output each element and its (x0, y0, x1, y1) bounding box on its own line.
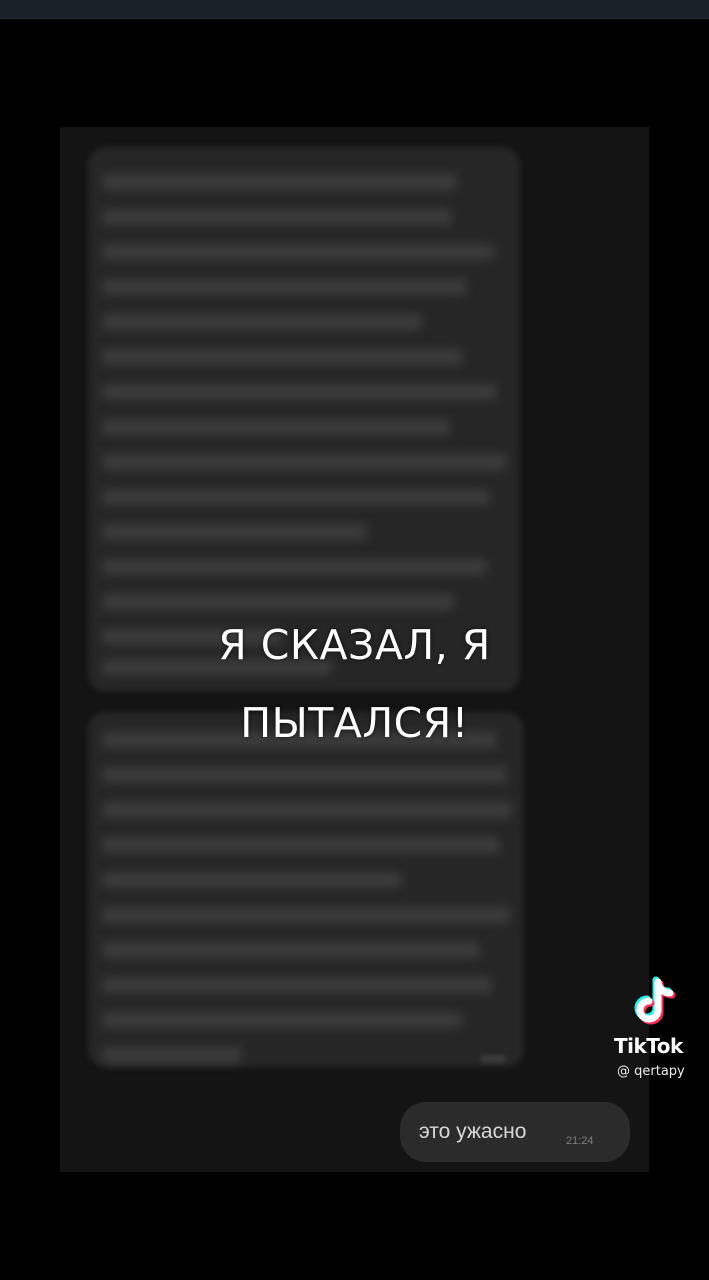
top-status-bar (0, 0, 709, 19)
message-time: 21:24 (566, 1135, 594, 1147)
caption-line: Я СКАЗАЛ, Я (218, 621, 491, 669)
blurred-text-line (102, 174, 457, 190)
blurred-text-line (102, 384, 497, 400)
video-caption: Я СКАЗАЛ, Я ПЫТАЛСЯ! (60, 606, 649, 762)
blurred-text-line (102, 942, 480, 958)
blurred-text-line (102, 977, 492, 993)
tiktok-logo-icon (634, 976, 676, 1025)
caption-line: ПЫТАЛСЯ! (240, 699, 469, 747)
blurred-timestamp (480, 1055, 506, 1063)
sent-message-bubble: это ужасно 21:24 (400, 1102, 630, 1162)
message-text: это ужасно (419, 1120, 527, 1143)
blurred-text-line (102, 419, 450, 435)
blurred-text-line (102, 489, 490, 505)
blurred-text-line (102, 524, 367, 540)
blurred-text-line (102, 1047, 242, 1063)
tiktok-video-screen: Я СКАЗАЛ, Я ПЫТАЛСЯ! это ужасно 21:24 Ti… (0, 0, 709, 1280)
blurred-text-line (102, 767, 507, 783)
blurred-text-line (102, 279, 467, 295)
blurred-text-line (102, 802, 512, 818)
blurred-text-line (102, 1012, 462, 1028)
blurred-text-line (102, 872, 402, 888)
blurred-text-line (102, 209, 452, 225)
blurred-text-line (102, 349, 462, 365)
blurred-text-line (102, 454, 507, 470)
blurred-text-line (102, 559, 487, 575)
blurred-text-line (102, 244, 494, 260)
blurred-text-line (102, 314, 422, 330)
blurred-text-line (102, 837, 500, 853)
blurred-text-line (102, 907, 510, 923)
tiktok-wordmark: TikTok (614, 1034, 683, 1058)
tiktok-username: @ qertapy (617, 1064, 685, 1079)
